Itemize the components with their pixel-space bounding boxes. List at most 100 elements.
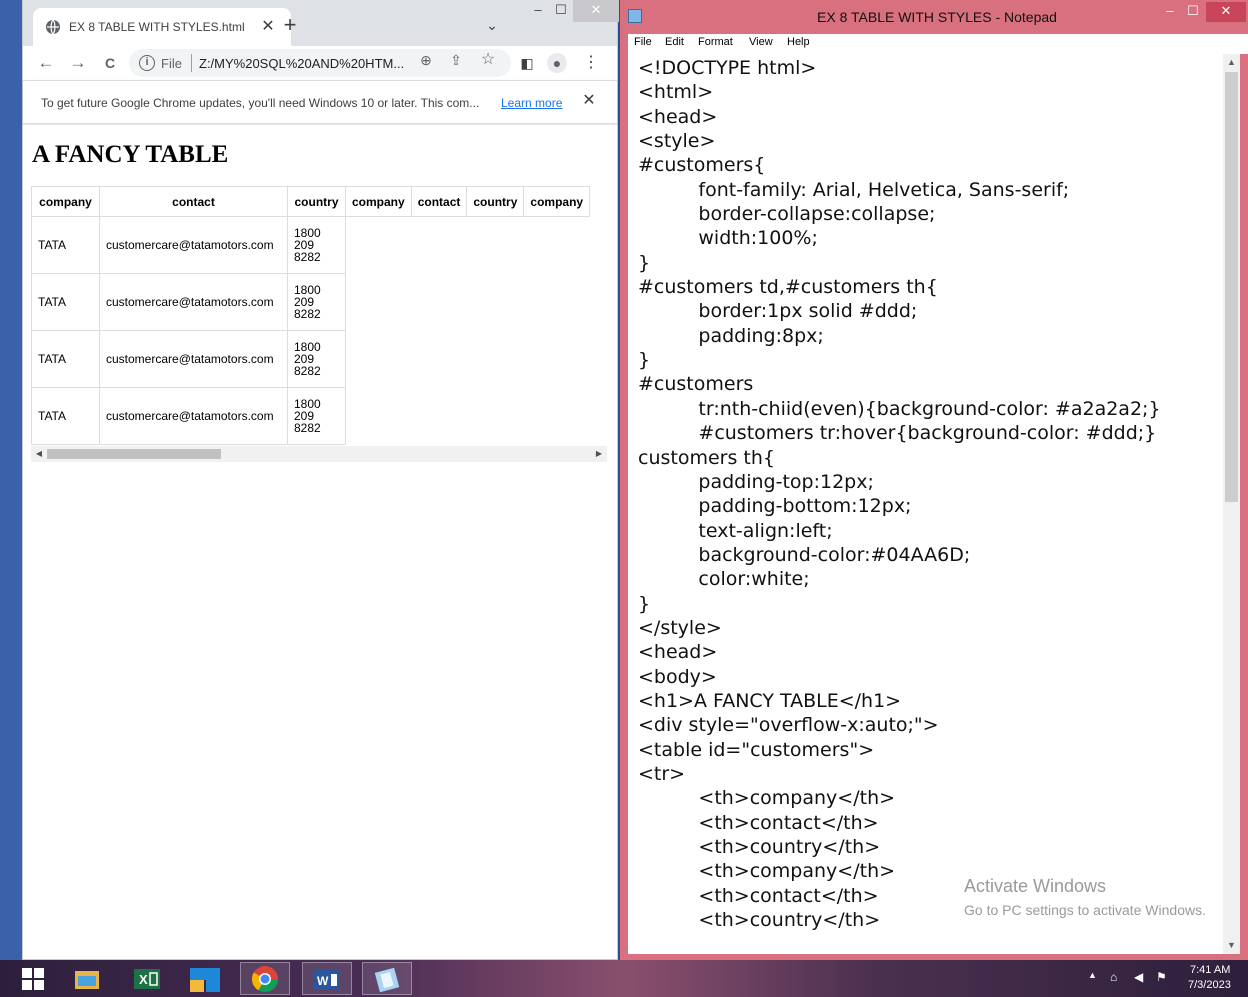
url-scheme: File [161, 56, 182, 71]
taskbar: X W ▲ ⌂ ◀ ⚑ 7:41 AM 7/3/2023 [0, 960, 1248, 997]
blue-app-icon[interactable] [180, 962, 230, 995]
notepad-title-bar[interactable]: EX 8 TABLE WITH STYLES - Notepad – ☐ ✕ [620, 0, 1248, 34]
notepad-text-area[interactable]: <!DOCTYPE html> <html> <head> <style> #custo… [628, 54, 1240, 954]
share-icon[interactable]: ⇪ [447, 51, 465, 69]
table-row: TATA customercare@tatamotors.com 1800 209… [31, 216, 590, 274]
customers-table: company contact country company contact … [31, 186, 591, 445]
cell-company: TATA [31, 216, 100, 274]
side-panel-icon[interactable]: ◧ [517, 53, 537, 73]
page-heading: A FANCY TABLE [32, 141, 229, 168]
code-line: <style> [638, 130, 716, 153]
code-line: <div style="overflow-x:auto;"> [638, 714, 939, 737]
cell-company: TATA [31, 387, 100, 445]
chrome-toolbar: ← → C i File Z:/MY%20SQL%20AND%20HTM... … [23, 46, 617, 80]
notepad-close-button[interactable]: ✕ [1206, 2, 1246, 22]
forward-icon[interactable]: → [65, 50, 91, 76]
profile-avatar-icon[interactable]: ● [547, 53, 567, 73]
menu-help[interactable]: Help [787, 36, 810, 48]
cell-country: 1800 209 8282 [287, 387, 346, 445]
cell-country: 1800 209 8282 [287, 330, 346, 388]
code-line: customers th{ [638, 446, 775, 469]
code-line: <tr> [638, 762, 686, 785]
header-company: company [523, 186, 591, 217]
info-icon[interactable]: i [139, 55, 155, 71]
globe-icon [46, 19, 60, 35]
chrome-tab-strip: EX 8 TABLE WITH STYLES.html ✕ + ⌄ – ☐ ✕ [23, 0, 619, 46]
scrollbar-thumb[interactable] [1225, 72, 1238, 502]
file-explorer-icon[interactable] [62, 962, 112, 995]
table-row: TATA customercare@tatamotors.com 1800 209… [31, 387, 590, 445]
info-bar-close-icon[interactable]: ✕ [579, 91, 599, 111]
header-country: country [466, 186, 525, 217]
code-line: padding:8px; [638, 324, 824, 347]
browser-tab[interactable]: EX 8 TABLE WITH STYLES.html ✕ [33, 8, 291, 46]
header-country: country [287, 186, 346, 217]
chrome-window: EX 8 TABLE WITH STYLES.html ✕ + ⌄ – ☐ ✕ … [22, 0, 619, 960]
notepad-menu-bar: File Edit Format View Help [628, 34, 1248, 54]
code-line: <body> [638, 665, 717, 688]
menu-file[interactable]: File [634, 36, 652, 48]
chrome-icon[interactable] [240, 962, 290, 995]
volume-muted-icon[interactable]: ◀ [1134, 970, 1143, 984]
code-line: background-color:#04AA6D; [638, 543, 971, 566]
minimize-button[interactable]: – [527, 0, 549, 22]
code-line: <head> [638, 641, 718, 664]
cell-country: 1800 209 8282 [287, 216, 346, 274]
windows-logo-icon [22, 968, 44, 990]
cell-company: TATA [31, 273, 100, 331]
word-icon[interactable]: W [302, 962, 352, 995]
url-text[interactable]: Z:/MY%20SQL%20AND%20HTM... [199, 56, 404, 71]
notepad-minimize-button[interactable]: – [1158, 2, 1182, 22]
code-line: #customers [638, 373, 754, 396]
notepad-icon[interactable] [362, 962, 412, 995]
code-line: <!DOCTYPE html> [638, 57, 817, 79]
clock-time[interactable]: 7:41 AM [1190, 964, 1230, 976]
scroll-left-icon[interactable]: ◀ [33, 448, 45, 460]
bookmark-star-icon[interactable]: ☆ [479, 51, 497, 69]
menu-format[interactable]: Format [698, 36, 733, 48]
notepad-maximize-button[interactable]: ☐ [1182, 2, 1204, 22]
menu-edit[interactable]: Edit [665, 36, 684, 48]
code-line: border-collapse:collapse; [638, 203, 936, 226]
code-line: <th>contact</th> [638, 811, 879, 834]
maximize-button[interactable]: ☐ [549, 0, 573, 22]
code-line: <h1>A FANCY TABLE</h1> [638, 689, 902, 712]
start-button[interactable] [8, 962, 58, 995]
table-row: TATA customercare@tatamotors.com 1800 209… [31, 273, 590, 331]
code-line: font-family: Arial, Helvetica, Sans-seri… [638, 178, 1070, 201]
header-company: company [345, 186, 412, 217]
code-line: text-align:left; [638, 519, 833, 542]
code-line: #customers tr:hover{background-color: #d… [638, 422, 1157, 445]
activate-windows-title: Activate Windows [964, 876, 1107, 896]
action-center-flag-icon[interactable]: ⚑ [1156, 970, 1167, 984]
tab-close-icon[interactable]: ✕ [257, 16, 279, 38]
notepad-window: EX 8 TABLE WITH STYLES - Notepad – ☐ ✕ F… [620, 0, 1248, 960]
menu-view[interactable]: View [749, 36, 773, 48]
scroll-up-icon[interactable]: ▲ [1223, 54, 1240, 71]
code-line: color:white; [638, 568, 810, 591]
chrome-menu-icon[interactable]: ⋮ [581, 53, 601, 73]
network-icon[interactable]: ⌂ [1110, 970, 1117, 984]
code-line: #customers{ [638, 154, 766, 177]
scrollbar-thumb[interactable] [47, 449, 221, 459]
excel-icon[interactable]: X [122, 962, 172, 995]
learn-more-link[interactable]: Learn more [501, 96, 562, 110]
vertical-scrollbar[interactable]: ▲ ▼ [1223, 54, 1240, 954]
new-tab-button[interactable]: + [277, 12, 303, 38]
scroll-down-icon[interactable]: ▼ [1223, 937, 1240, 954]
reload-icon[interactable]: C [97, 50, 123, 76]
scroll-right-icon[interactable]: ▶ [593, 448, 605, 460]
code-line: padding-bottom:12px; [638, 495, 912, 518]
clock-date[interactable]: 7/3/2023 [1188, 979, 1231, 991]
zoom-icon[interactable]: ⊕ [417, 51, 435, 69]
tray-expand-icon[interactable]: ▲ [1088, 970, 1097, 980]
code-line: <th>company</th> [638, 787, 896, 810]
cell-country: 1800 209 8282 [287, 273, 346, 331]
notepad-title: EX 8 TABLE WITH STYLES - Notepad [817, 9, 1057, 25]
table-scroll-container[interactable]: company contact country company contact … [31, 186, 607, 446]
tab-search-icon[interactable]: ⌄ [481, 14, 503, 36]
code-line: </style> [638, 616, 722, 639]
back-icon[interactable]: ← [33, 50, 59, 76]
close-button[interactable]: ✕ [573, 0, 619, 22]
horizontal-scrollbar[interactable]: ◀ ▶ [31, 446, 607, 462]
